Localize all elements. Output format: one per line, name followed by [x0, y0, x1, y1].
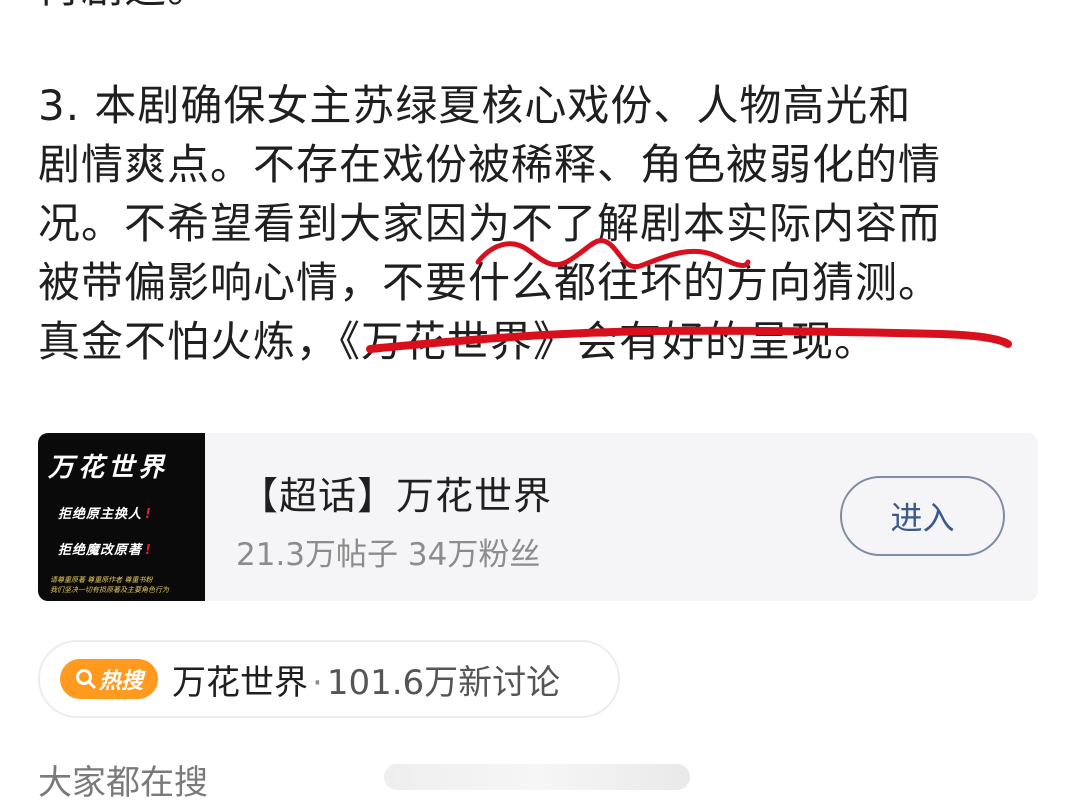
cover-title: 万花世界 [48, 453, 169, 483]
cover-small-text-1: 请尊重原著 尊重原作者 尊重书粉 [50, 576, 153, 584]
super-topic-card[interactable]: 万花世界 拒绝原主换人! 拒绝魔改原著! 请尊重原著 尊重原作者 尊重书粉 我们… [38, 433, 1038, 601]
enter-button[interactable]: 进入 [840, 476, 1005, 556]
hot-search-count: 101.6万新讨论 [326, 662, 561, 703]
topic-cover-image: 万花世界 拒绝原主换人! 拒绝魔改原著! 请尊重原著 尊重原作者 尊重书粉 我们… [38, 433, 205, 601]
topic-stats: 21.3万帖子 34万粉丝 [236, 537, 541, 573]
hot-badge-label: 热搜 [98, 669, 143, 694]
separator-dot: · [312, 662, 323, 703]
hot-search-pill[interactable]: 热搜 万花世界 · 101.6万新讨论 [38, 640, 620, 718]
search-icon [75, 669, 96, 689]
post-paragraph-3: 3. 本剧确保女主苏绿夏核心戏份、人物高光和 剧情爽点。不存在戏份被稀释、角色被… [38, 81, 942, 366]
hot-search-badge: 热搜 [60, 659, 158, 699]
post-line-previous: 再剧透。 [38, 0, 1038, 17]
cover-line-1: 拒绝原主换人! [58, 507, 152, 522]
cover-small-text-2: 我们坚决一切有损原著及主要角色行为 [50, 586, 169, 594]
topic-title: 【超话】万花世界 [240, 474, 553, 518]
everyone-search-heading: 大家都在搜 [38, 763, 208, 803]
loading-placeholder [384, 764, 690, 790]
post-body: 再剧透。 3. 本剧确保女主苏绿夏核心戏份、人物高光和 剧情爽点。不存在戏份被稀… [38, 0, 1038, 371]
hot-search-topic: 万花世界 [172, 662, 308, 703]
cover-line-2: 拒绝魔改原著! [58, 543, 152, 558]
hot-search-text: 万花世界 · 101.6万新讨论 [172, 655, 560, 704]
